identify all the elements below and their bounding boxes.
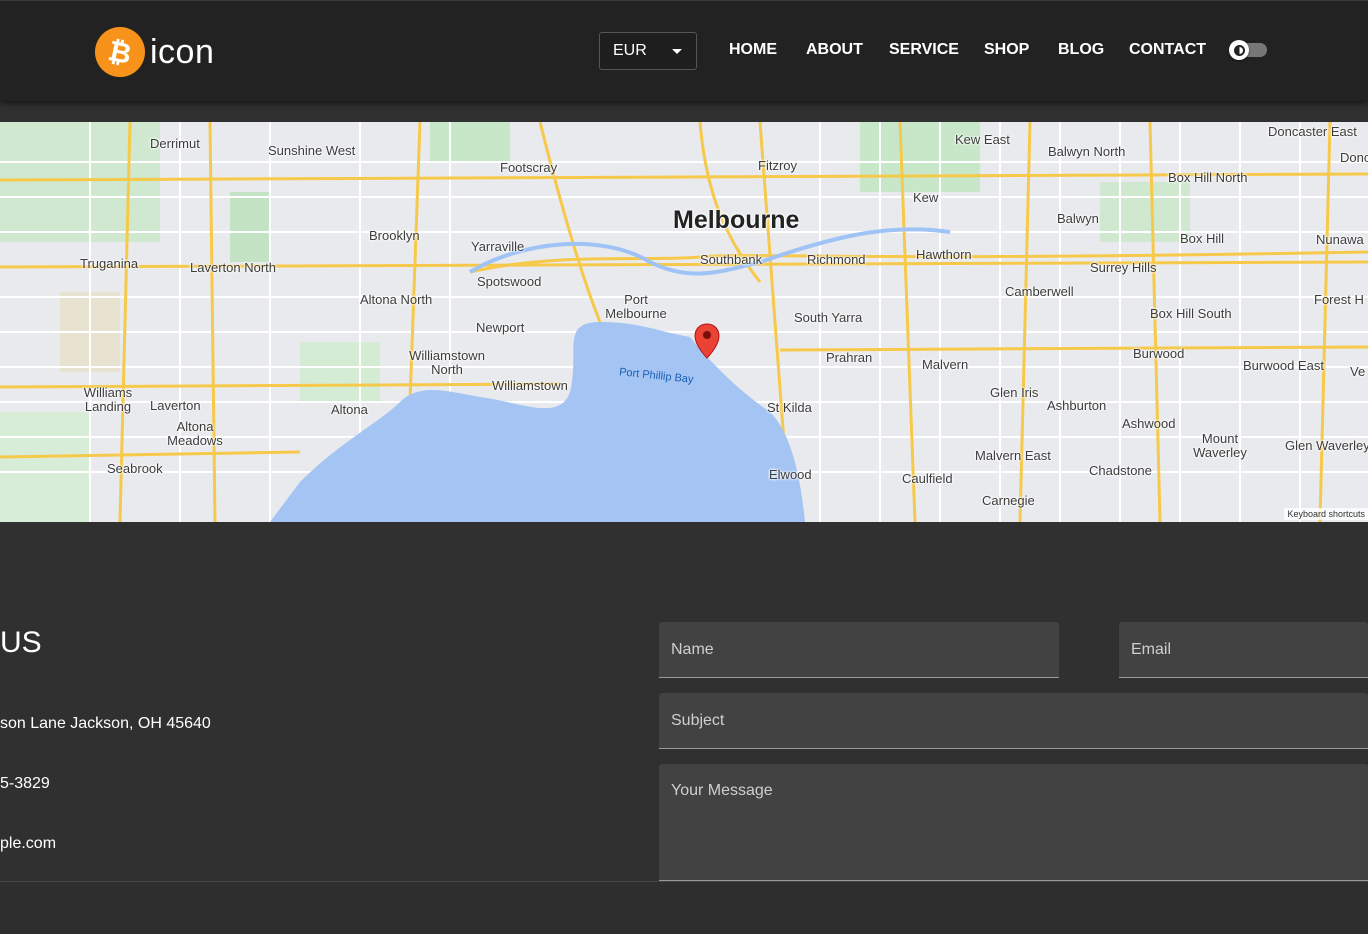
map-place-label: Nunawa	[1316, 232, 1364, 247]
map-park	[300, 342, 380, 402]
map-place-label: Williamstown	[492, 378, 568, 393]
nav-about[interactable]: ABOUT	[806, 41, 863, 59]
map-place-label: Donc	[1340, 150, 1368, 165]
map-place-label: Kew East	[955, 132, 1010, 147]
map-base	[0, 122, 1368, 522]
nav-home[interactable]: HOME	[729, 41, 777, 59]
half-moon-icon	[1233, 44, 1245, 56]
map-park	[430, 122, 510, 162]
map-place-label: Altona Meadows	[167, 419, 223, 448]
footer	[0, 882, 1368, 934]
map-place-label: Port Melbourne	[605, 292, 667, 321]
message-textarea[interactable]: Your Message	[659, 764, 1368, 881]
nav-contact[interactable]: CONTACT	[1129, 41, 1206, 59]
toggle-knob	[1229, 40, 1249, 60]
map-place-label: Balwyn	[1057, 211, 1099, 226]
contact-title: US	[0, 626, 42, 659]
google-map[interactable]: Derrimut Sunshine West Footscray Fitzroy…	[0, 122, 1368, 522]
map-place-label: Box Hill North	[1168, 170, 1248, 185]
map-place-label: Caulfield	[902, 471, 953, 486]
theme-toggle[interactable]	[1229, 40, 1269, 62]
map-place-label: Altona	[331, 402, 368, 417]
map-park	[230, 192, 270, 262]
bitcoin-icon: ₿	[90, 22, 150, 82]
map-place-label: Sunshine West	[268, 143, 356, 158]
map-place-label: Glen Waverley	[1285, 438, 1368, 453]
map-place-label: Richmond	[807, 252, 866, 267]
map-place-label: Kew	[913, 190, 939, 205]
map-place-label: Altona North	[360, 292, 433, 307]
map-place-label: Fitzroy	[758, 158, 797, 173]
map-place-label: Hawthorn	[916, 247, 972, 262]
logo-text: icon	[150, 32, 215, 71]
map-place-label: Chadstone	[1089, 463, 1152, 478]
caret-down-icon	[672, 49, 682, 54]
map-place-label: Footscray	[500, 160, 558, 175]
map-place-label: Burwood East	[1243, 358, 1324, 373]
logo[interactable]: ₿ icon	[90, 22, 215, 82]
map-place-label: Brooklyn	[369, 228, 420, 243]
map-place-label: Box Hill	[1180, 231, 1225, 246]
map-place-label: Ve	[1350, 364, 1366, 379]
map-place-label: Spotswood	[477, 274, 542, 289]
map-park	[0, 122, 160, 242]
map-park	[0, 412, 90, 522]
map-city-label: Melbourne	[673, 206, 800, 234]
currency-value: EUR	[613, 42, 647, 59]
map-place-label: Newport	[476, 320, 525, 335]
map-place-label: Seabrook	[107, 461, 163, 476]
map-place-label: Ashwood	[1122, 416, 1176, 431]
map-place-label: Prahran	[826, 350, 873, 365]
map-place-label: Truganina	[80, 256, 139, 271]
map-place-label: Doncaster East	[1268, 124, 1357, 139]
map-place-label: Box Hill South	[1150, 306, 1232, 321]
map-place-label: Carnegie	[982, 493, 1035, 508]
map-place-label: Elwood	[769, 467, 812, 482]
map-place-label: Ashburton	[1047, 398, 1107, 413]
map-place-label: Mount Waverley	[1193, 431, 1247, 460]
site-header: ₿ icon EUR HOME ABOUT SERVICE SHOP BLOG …	[0, 0, 1368, 101]
map-place-label: South Yarra	[794, 310, 863, 325]
map-place-label: Malvern East	[975, 448, 1051, 463]
name-input[interactable]: Name	[659, 622, 1059, 678]
map-place-label: Laverton	[150, 398, 201, 413]
contact-phone: 5-3829	[0, 775, 50, 792]
nav-service[interactable]: SERVICE	[889, 41, 959, 59]
map-place-label: Williams Landing	[83, 385, 133, 414]
contact-address: son Lane Jackson, OH 45640	[0, 715, 211, 732]
keyboard-shortcuts-link[interactable]: Keyboard shortcuts	[1284, 508, 1368, 520]
subject-input[interactable]: Subject	[659, 693, 1368, 749]
map-place-label: Glen Iris	[990, 385, 1039, 400]
map-place-label: Derrimut	[150, 136, 200, 151]
map-place-label: Forest H	[1314, 292, 1364, 307]
map-place-label: Williamstown North	[409, 348, 485, 377]
email-input[interactable]: Email	[1119, 622, 1368, 678]
currency-select[interactable]: EUR	[599, 32, 697, 70]
map-place-label: Southbank	[700, 252, 763, 267]
nav-shop[interactable]: SHOP	[984, 41, 1029, 59]
map-place-label: Laverton North	[190, 260, 276, 275]
map-place-label: Surrey Hills	[1090, 260, 1157, 275]
map-place-label: Balwyn North	[1048, 144, 1126, 159]
map-place-label: St Kilda	[767, 400, 812, 415]
map-place-label: Burwood	[1133, 346, 1185, 361]
map-place-label: Camberwell	[1005, 284, 1074, 299]
nav-blog[interactable]: BLOG	[1058, 41, 1104, 59]
map-place-label: Yarraville	[471, 239, 525, 254]
contact-email: ple.com	[0, 835, 57, 852]
map-place-label: Malvern	[922, 357, 969, 372]
